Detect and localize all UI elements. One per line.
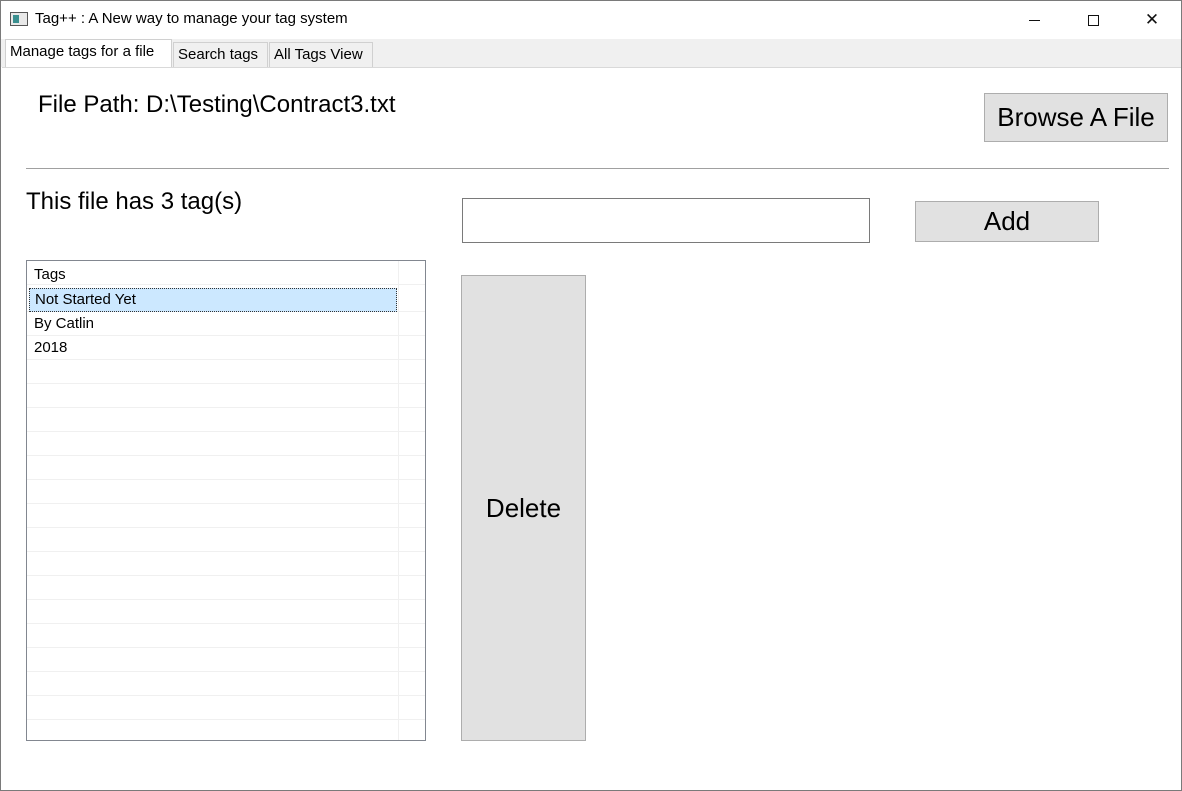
table-row[interactable]: 2018	[27, 336, 425, 360]
empty-row	[27, 480, 425, 504]
empty-row	[27, 576, 425, 600]
tag-cell: Not Started Yet	[29, 288, 397, 312]
title-bar[interactable]: Tag++ : A New way to manage your tag sys…	[1, 1, 1181, 39]
empty-row	[27, 528, 425, 552]
empty-row	[27, 384, 425, 408]
empty-row	[27, 432, 425, 456]
app-window: Tag++ : A New way to manage your tag sys…	[0, 0, 1182, 791]
tags-grid[interactable]: Tags Not Started Yet By Catlin 2018	[26, 260, 426, 741]
grid-header-tags: Tags	[34, 266, 66, 283]
table-row[interactable]: By Catlin	[27, 312, 425, 336]
minimize-icon	[1028, 19, 1040, 21]
close-button[interactable]: ✕	[1123, 1, 1181, 39]
empty-row	[27, 408, 425, 432]
tab-bar: Search tags All Tags View Manage tags fo…	[1, 39, 1181, 67]
delete-tag-button[interactable]: Delete	[461, 275, 586, 741]
grid-header[interactable]: Tags	[27, 261, 425, 285]
add-tag-button[interactable]: Add	[915, 201, 1099, 242]
app-icon	[10, 12, 28, 26]
maximize-icon	[1087, 14, 1099, 26]
empty-row	[27, 456, 425, 480]
separator	[26, 168, 1169, 169]
tag-count-label: This file has 3 tag(s)	[26, 188, 243, 215]
empty-row	[27, 552, 425, 576]
close-icon: ✕	[1144, 10, 1160, 29]
tag-cell: By Catlin	[34, 315, 95, 332]
minimize-button[interactable]	[1005, 1, 1063, 39]
tag-input[interactable]	[462, 198, 870, 243]
empty-row	[27, 696, 425, 720]
empty-row	[27, 360, 425, 384]
empty-row	[27, 600, 425, 624]
empty-row	[27, 624, 425, 648]
tab-manage-tags[interactable]: Manage tags for a file	[5, 39, 172, 67]
empty-row	[27, 504, 425, 528]
window-title: Tag++ : A New way to manage your tag sys…	[35, 10, 348, 27]
tab-search-tags[interactable]: Search tags	[173, 42, 268, 67]
browse-file-button[interactable]: Browse A File	[984, 93, 1168, 142]
tag-cell: 2018	[34, 339, 68, 356]
empty-row	[27, 648, 425, 672]
table-row[interactable]: Not Started Yet	[27, 288, 425, 312]
maximize-button[interactable]	[1064, 1, 1122, 39]
tab-all-tags-view[interactable]: All Tags View	[269, 42, 373, 67]
empty-row	[27, 672, 425, 696]
file-path-label: File Path: D:\Testing\Contract3.txt	[38, 91, 396, 118]
